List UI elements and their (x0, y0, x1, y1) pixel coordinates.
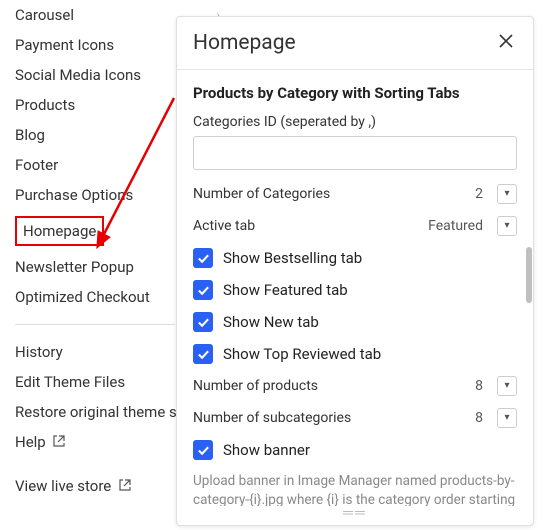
sidebar-item-label: Blog (15, 126, 45, 144)
num-categories-row: Number of Categories 2 ▾ (193, 184, 517, 204)
num-products-value: 8 (475, 378, 491, 394)
sidebar-item-label: Optimized Checkout (15, 288, 150, 306)
num-categories-stepper[interactable]: 2 ▾ (475, 184, 517, 204)
checkbox-checked-icon[interactable] (193, 440, 213, 460)
show-banner-row[interactable]: Show banner (193, 440, 517, 460)
settings-panel: Homepage Products by Category with Sorti… (176, 16, 534, 526)
checkbox-label: Show Featured tab (223, 281, 348, 299)
sidebar-item-label: Payment Icons (15, 36, 114, 54)
sidebar-item-label: Social Media Icons (15, 66, 141, 84)
sidebar-item-label: Carousel (15, 6, 74, 24)
sidebar-item-label: Footer (15, 156, 58, 174)
num-products-row: Number of products 8 ▾ (193, 376, 517, 396)
num-subcategories-label: Number of subcategories (193, 410, 351, 426)
active-tab-row: Active tab Featured ▾ (193, 216, 517, 236)
panel-body: Products by Category with Sorting Tabs C… (177, 70, 533, 506)
num-subcategories-stepper[interactable]: 8 ▾ (475, 408, 517, 428)
num-categories-value: 2 (475, 186, 491, 202)
show-top-reviewed-row[interactable]: Show Top Reviewed tab (193, 344, 517, 364)
active-tab-value: Featured (428, 218, 491, 234)
chevron-down-icon[interactable]: ▾ (497, 184, 517, 204)
categories-id-input[interactable] (193, 136, 517, 170)
active-tab-select[interactable]: Featured ▾ (428, 216, 517, 236)
checkbox-label: Show banner (223, 441, 310, 459)
external-link-icon (53, 435, 65, 447)
chevron-down-icon[interactable]: ▾ (497, 216, 517, 236)
scrollbar[interactable] (526, 247, 532, 303)
num-products-label: Number of products (193, 378, 318, 394)
section-title: Products by Category with Sorting Tabs (193, 84, 517, 102)
drag-handle-icon[interactable]: ══ (343, 504, 367, 521)
checkbox-label: Show Bestselling tab (223, 249, 362, 267)
help-text: Upload banner in Image Manager named pro… (193, 472, 517, 506)
categories-id-label: Categories ID (seperated by ,) (193, 114, 517, 130)
checkbox-label: Show New tab (223, 313, 319, 331)
checkbox-checked-icon[interactable] (193, 280, 213, 300)
sidebar-item-label: Edit Theme Files (15, 373, 125, 391)
num-subcategories-row: Number of subcategories 8 ▾ (193, 408, 517, 428)
checkbox-checked-icon[interactable] (193, 312, 213, 332)
sidebar-item-label: Homepage (15, 216, 104, 246)
panel-header: Homepage (177, 17, 533, 70)
external-link-icon (119, 479, 131, 491)
checkbox-checked-icon[interactable] (193, 248, 213, 268)
num-products-stepper[interactable]: 8 ▾ (475, 376, 517, 396)
divider (15, 324, 175, 325)
close-button[interactable] (495, 32, 517, 54)
show-new-row[interactable]: Show New tab (193, 312, 517, 332)
sidebar-item-label: Newsletter Popup (15, 258, 134, 276)
num-categories-label: Number of Categories (193, 186, 330, 202)
sidebar-item-label: Products (15, 96, 75, 114)
num-subcategories-value: 8 (475, 410, 491, 426)
sidebar-item-label: Purchase Options (15, 186, 133, 204)
show-featured-row[interactable]: Show Featured tab (193, 280, 517, 300)
sidebar-item-label: History (15, 343, 63, 361)
sidebar-item-label: Help (15, 433, 65, 451)
sidebar-item-label: View live store (15, 477, 131, 495)
checkbox-checked-icon[interactable] (193, 344, 213, 364)
chevron-down-icon[interactable]: ▾ (497, 376, 517, 396)
checkbox-label: Show Top Reviewed tab (223, 345, 381, 363)
active-tab-label: Active tab (193, 218, 255, 234)
show-bestselling-row[interactable]: Show Bestselling tab (193, 248, 517, 268)
sidebar-item-homepage[interactable]: Homepage (15, 210, 104, 252)
panel-title: Homepage (193, 31, 296, 55)
chevron-down-icon[interactable]: ▾ (497, 408, 517, 428)
